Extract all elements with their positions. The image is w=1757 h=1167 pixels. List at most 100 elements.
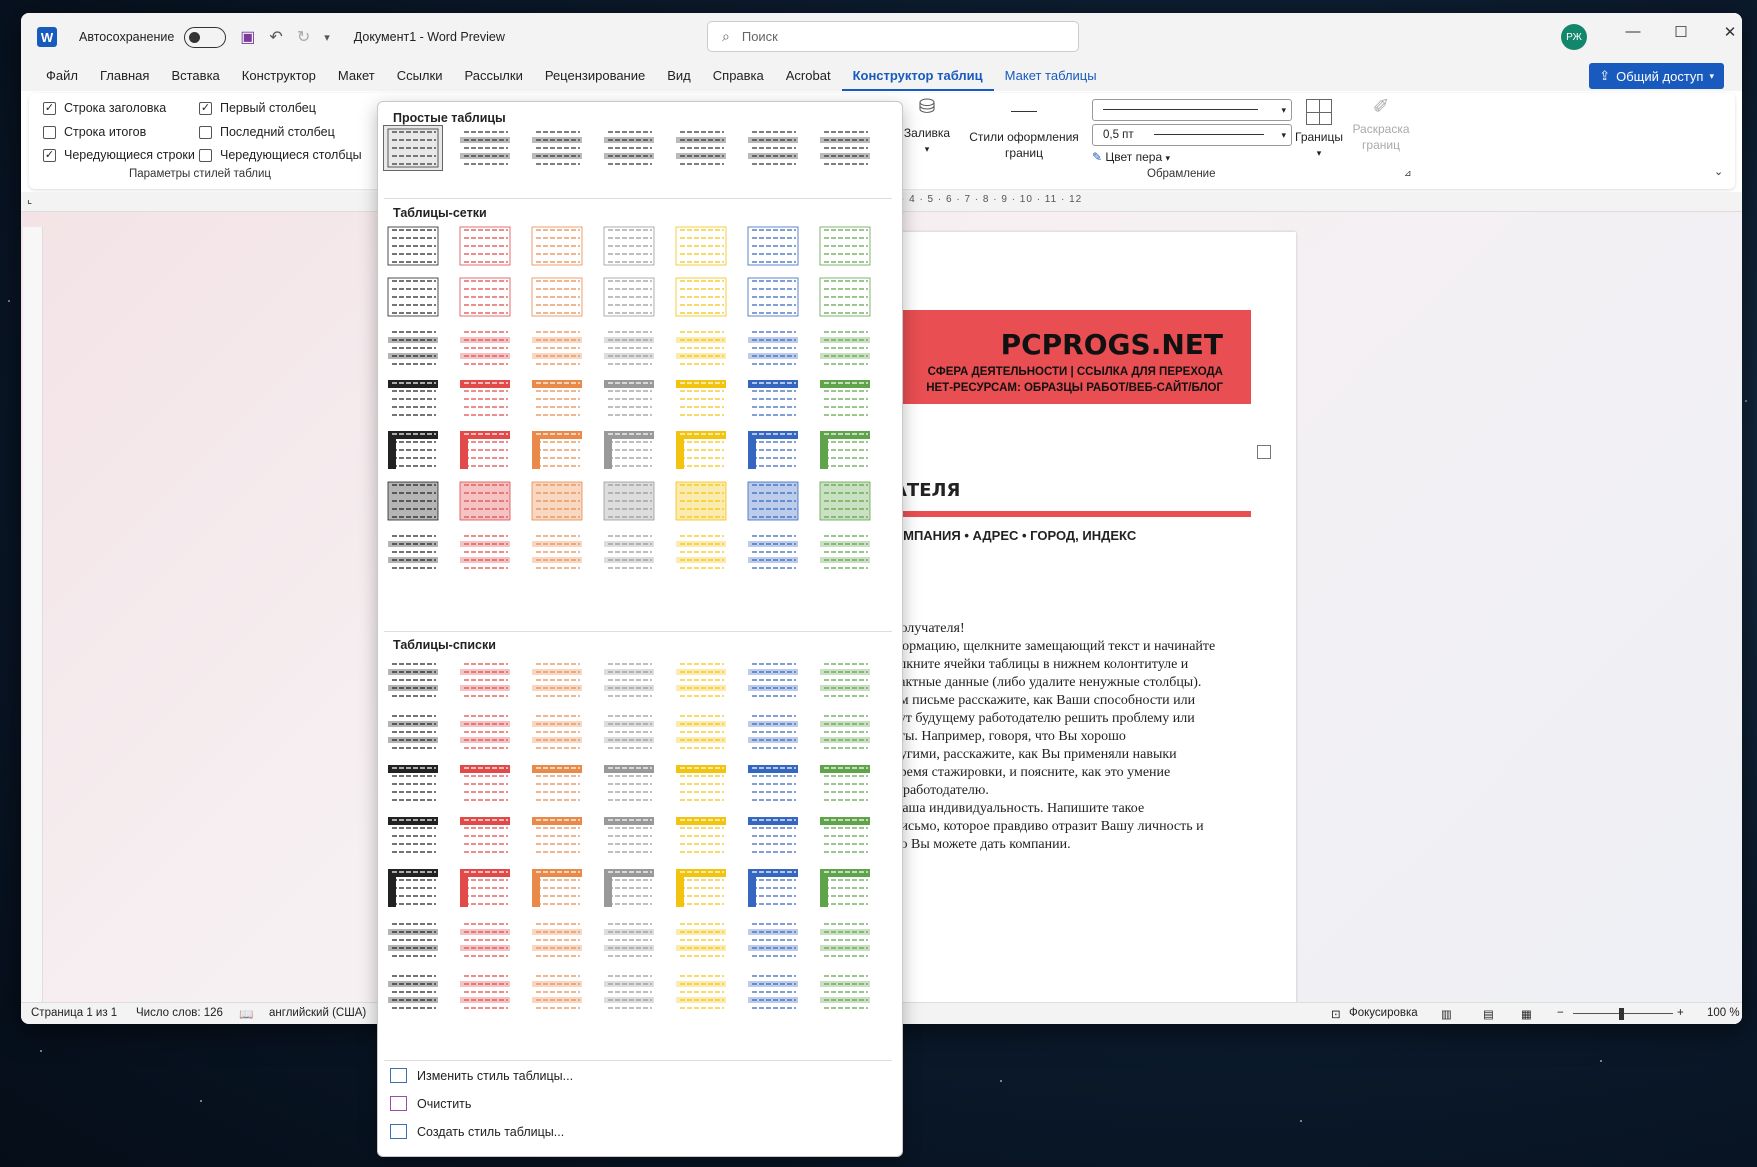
pen-style-select[interactable]: ▾ (1092, 99, 1292, 121)
table-style-thumbnail[interactable] (672, 530, 730, 574)
table-style-thumbnail[interactable] (672, 326, 730, 370)
table-style-thumbnail[interactable] (528, 658, 586, 702)
tab-acrobat[interactable]: Acrobat (775, 61, 842, 91)
tab-insert[interactable]: Вставка (160, 61, 230, 91)
page-count[interactable]: Страница 1 из 1 (31, 1007, 117, 1019)
document-page[interactable]: PCPROGS.NET СФЕРА ДЕЯТЕЛЬНОСТИ | ССЫЛКА … (893, 232, 1296, 1012)
read-mode-icon[interactable]: ▥ (1441, 1007, 1452, 1021)
table-style-thumbnail[interactable] (744, 126, 802, 170)
search-box[interactable]: ⌕ Поиск (707, 21, 1079, 52)
table-style-thumbnail[interactable] (600, 275, 658, 319)
table-style-thumbnail[interactable] (672, 762, 730, 806)
table-style-thumbnail[interactable] (384, 479, 442, 523)
table-style-thumbnail[interactable] (528, 918, 586, 962)
table-style-thumbnail[interactable] (528, 762, 586, 806)
table-style-thumbnail[interactable] (384, 970, 442, 1014)
table-style-thumbnail[interactable] (816, 814, 874, 858)
table-style-thumbnail[interactable] (744, 224, 802, 268)
share-button[interactable]: ⇪ Общий доступ ▾ (1589, 63, 1724, 89)
table-style-thumbnail[interactable] (816, 428, 874, 472)
table-style-thumbnail[interactable] (744, 275, 802, 319)
table-style-thumbnail[interactable] (384, 762, 442, 806)
tab-review[interactable]: Рецензирование (534, 61, 656, 91)
table-style-thumbnail[interactable] (600, 762, 658, 806)
tab-file[interactable]: Файл (35, 61, 89, 91)
close-icon[interactable]: ✕ (1718, 23, 1742, 41)
table-style-thumbnail[interactable] (744, 710, 802, 754)
table-style-thumbnail[interactable] (384, 326, 442, 370)
table-style-thumbnail[interactable] (600, 126, 658, 170)
table-style-thumbnail[interactable] (383, 125, 443, 171)
table-style-thumbnail[interactable] (816, 530, 874, 574)
table-style-thumbnail[interactable] (816, 275, 874, 319)
new-style-command[interactable]: Создать стиль таблицы... (390, 1124, 564, 1139)
table-style-thumbnail[interactable] (600, 710, 658, 754)
table-style-thumbnail[interactable] (600, 658, 658, 702)
table-style-thumbnail[interactable] (384, 918, 442, 962)
table-style-thumbnail[interactable] (672, 275, 730, 319)
clear-style-command[interactable]: Очистить (390, 1096, 471, 1111)
table-style-thumbnail[interactable] (600, 918, 658, 962)
avatar[interactable]: РЖ (1561, 24, 1587, 50)
table-style-thumbnail[interactable] (744, 866, 802, 910)
table-style-thumbnail[interactable] (384, 710, 442, 754)
dialog-launcher-icon[interactable]: ⊿ (1404, 168, 1412, 179)
option-banded-rows[interactable]: ✓ Чередующиеся строки (43, 148, 195, 162)
table-style-thumbnail[interactable] (600, 479, 658, 523)
table-style-thumbnail[interactable] (744, 377, 802, 421)
table-style-thumbnail[interactable] (384, 658, 442, 702)
table-style-thumbnail[interactable] (744, 814, 802, 858)
table-style-thumbnail[interactable] (384, 377, 442, 421)
table-style-thumbnail[interactable] (528, 275, 586, 319)
table-style-thumbnail[interactable] (528, 428, 586, 472)
table-style-thumbnail[interactable] (744, 326, 802, 370)
table-style-thumbnail[interactable] (528, 866, 586, 910)
tab-design[interactable]: Конструктор (231, 61, 327, 91)
table-style-thumbnail[interactable] (528, 710, 586, 754)
table-style-thumbnail[interactable] (744, 762, 802, 806)
table-style-thumbnail[interactable] (384, 866, 442, 910)
tab-table-design[interactable]: Конструктор таблиц (841, 61, 994, 91)
table-style-thumbnail[interactable] (816, 126, 874, 170)
zoom-in-icon[interactable]: + (1677, 1007, 1684, 1019)
tab-view[interactable]: Вид (656, 61, 702, 91)
table-style-thumbnail[interactable] (456, 762, 514, 806)
table-style-thumbnail[interactable] (744, 479, 802, 523)
table-style-thumbnail[interactable] (456, 658, 514, 702)
option-last-column[interactable]: Последний столбец (199, 125, 335, 139)
redo-icon[interactable]: ↻ (297, 27, 310, 47)
table-style-thumbnail[interactable] (672, 428, 730, 472)
table-style-thumbnail[interactable] (456, 814, 514, 858)
table-style-thumbnail[interactable] (456, 530, 514, 574)
option-first-column[interactable]: ✓ Первый столбец (199, 101, 316, 115)
table-style-thumbnail[interactable] (528, 224, 586, 268)
table-style-thumbnail[interactable] (456, 918, 514, 962)
focus-mode[interactable]: Фокусировка (1349, 1007, 1418, 1019)
tab-help[interactable]: Справка (702, 61, 775, 91)
table-style-thumbnail[interactable] (816, 710, 874, 754)
zoom-out-icon[interactable]: − (1557, 1007, 1564, 1019)
word-count[interactable]: Число слов: 126 (136, 1007, 223, 1019)
option-header-row[interactable]: ✓ Строка заголовка (43, 101, 166, 115)
border-styles-button[interactable]: Стили оформления границ (969, 103, 1079, 161)
tab-layout[interactable]: Макет (327, 61, 386, 91)
table-style-thumbnail[interactable] (816, 762, 874, 806)
table-style-thumbnail[interactable] (600, 224, 658, 268)
focus-icon[interactable]: ⊡ (1331, 1007, 1341, 1021)
table-style-thumbnail[interactable] (816, 918, 874, 962)
table-style-thumbnail[interactable] (744, 970, 802, 1014)
table-style-thumbnail[interactable] (456, 479, 514, 523)
save-icon[interactable]: ▣ (240, 27, 255, 47)
table-style-thumbnail[interactable] (672, 918, 730, 962)
maximize-icon[interactable]: ☐ (1669, 23, 1693, 41)
table-style-thumbnail[interactable] (600, 814, 658, 858)
table-style-thumbnail[interactable] (816, 970, 874, 1014)
shading-button[interactable]: ⛁ Заливка ▾ (902, 97, 952, 157)
tab-selector-icon[interactable]: ⌞ (27, 193, 32, 206)
zoom-slider-thumb[interactable] (1619, 1008, 1624, 1020)
table-style-thumbnail[interactable] (384, 530, 442, 574)
table-style-thumbnail[interactable] (456, 326, 514, 370)
option-banded-columns[interactable]: Чередующиеся столбцы (199, 148, 362, 162)
table-style-thumbnail[interactable] (672, 814, 730, 858)
table-style-thumbnail[interactable] (816, 224, 874, 268)
